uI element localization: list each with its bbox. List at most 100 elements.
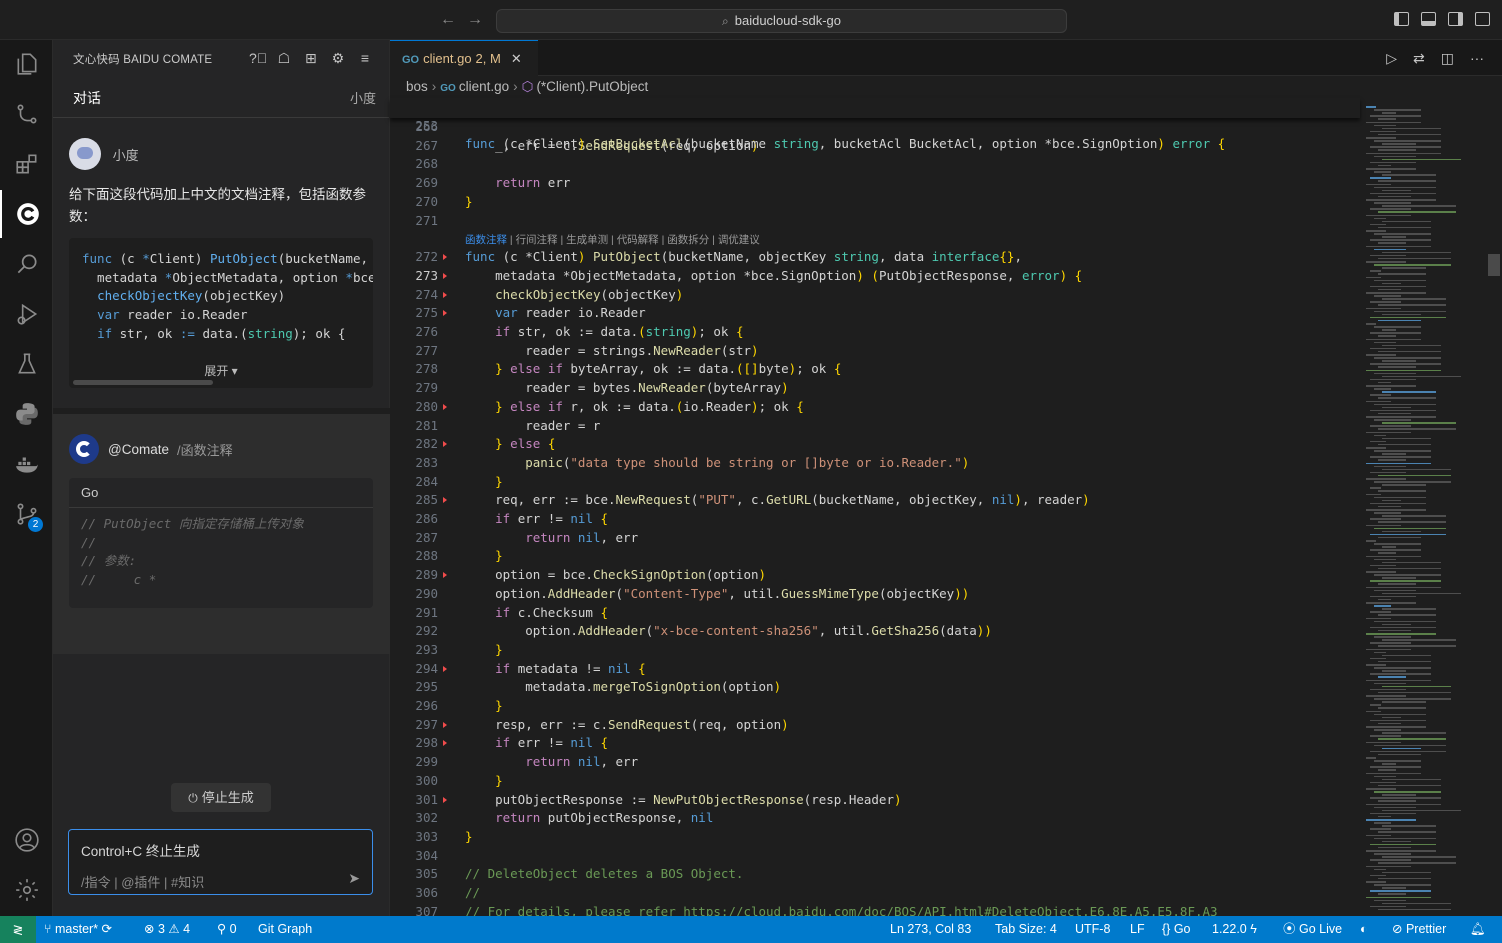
tab-xiaodu[interactable]: 小度 [350,88,376,107]
ports-indicator[interactable]: ⚲ 0 [217,916,237,943]
code-line[interactable]: 277 reader = strings.NewReader(str) [390,342,1360,361]
codelens-action[interactable]: 生成单测 [566,234,608,246]
problems-indicator[interactable]: ⊗ 3 ⚠ 4 [144,916,190,943]
chat-input-options[interactable]: /指令 | @插件 | #知识 [81,872,204,891]
code-line[interactable]: 300 } [390,772,1360,791]
code-line[interactable]: 282 } else { [390,435,1360,454]
code-line[interactable]: 297 resp, err := c.SendRequest(req, opti… [390,716,1360,735]
code-line[interactable]: 276 if str, ok := data.(string); ok { [390,323,1360,342]
forward-arrow-icon[interactable]: → [467,11,483,29]
code-line[interactable]: 301 putObjectResponse := NewPutObjectRes… [390,791,1360,810]
diff-marker[interactable] [443,721,447,728]
toggle-primary-sidebar-icon[interactable] [1394,12,1409,26]
expand-button[interactable]: 展开 ▾ [69,360,373,388]
diff-marker[interactable] [443,272,447,279]
code-line[interactable]: 306 // [390,884,1360,903]
manage-gear-icon[interactable] [0,866,53,914]
accounts-icon[interactable] [0,816,53,864]
code-line[interactable]: 294 if metadata != nil { [390,660,1360,679]
code-line[interactable]: 279 reader = bytes.NewReader(byteArray) [390,379,1360,398]
comate-status-icon[interactable]: ◐ [1360,916,1368,943]
go-live-button[interactable]: ⦿ Go Live [1283,916,1342,943]
chat-input[interactable]: Control+C 终止生成 /指令 | @插件 | #知识 ➤ [68,829,373,895]
split-editor-icon[interactable]: ◫ [1441,50,1454,67]
settings-gear-icon[interactable]: ⚙ [330,50,346,66]
run-debug-icon[interactable] [0,290,53,338]
diff-marker[interactable] [443,310,447,317]
send-icon[interactable]: ➤ [348,870,360,887]
diff-marker[interactable] [443,796,447,803]
cursor-position[interactable]: Ln 273, Col 83 [890,916,971,943]
help-icon[interactable]: ?⃝ [249,50,267,66]
command-center-search[interactable]: ⌕ baiducloud-sdk-go [496,9,1067,33]
code-line[interactable]: 278 } else if byteArray, ok := data.([]b… [390,360,1360,379]
code-line[interactable]: 290 option.AddHeader("Content-Type", uti… [390,585,1360,604]
diff-marker[interactable] [443,291,447,298]
breadcrumb-item[interactable]: client.go [459,79,509,94]
code-line[interactable]: 281 reader = r [390,417,1360,436]
notifications-bell-icon[interactable]: 🔔︎ [1470,916,1486,943]
comate-icon[interactable] [0,190,53,238]
customize-layout-icon[interactable] [1475,12,1490,26]
source-control-graph-icon[interactable] [0,90,53,138]
diff-marker[interactable] [443,403,447,410]
code-line[interactable]: 269 return err [390,174,1360,193]
prettier-button[interactable]: ⊘ Prettier [1392,916,1446,943]
encoding[interactable]: UTF-8 [1075,916,1110,943]
code-line[interactable]: 270} [390,193,1360,212]
breadcrumb-item[interactable]: (*Client).PutObject [536,79,648,94]
tab-chat[interactable]: 对话 [73,88,101,108]
toggle-panel-icon[interactable] [1421,12,1436,26]
codelens-action[interactable]: 代码解释 [617,234,659,246]
code-line[interactable]: 271 [390,212,1360,231]
close-icon[interactable]: ✕ [511,51,522,66]
code-line[interactable]: 285 req, err := bce.NewRequest("PUT", c.… [390,491,1360,510]
diff-marker[interactable] [443,740,447,747]
code-line[interactable]: 299 return nil, err [390,753,1360,772]
stop-generation-button[interactable]: ⏻ 停止生成 [171,783,271,812]
extensions-icon[interactable] [0,140,53,188]
code-line[interactable]: 292 option.AddHeader("x-bce-content-sha2… [390,622,1360,641]
diff-marker[interactable] [443,665,447,672]
search-icon[interactable] [0,240,53,288]
tab-size[interactable]: Tab Size: 4 [995,916,1057,943]
toggle-secondary-sidebar-icon[interactable] [1448,12,1463,26]
source-control-icon[interactable]: 2 [0,490,53,538]
diff-marker[interactable] [443,441,447,448]
menu-icon[interactable]: ≡ [357,50,373,66]
code-line[interactable]: 303} [390,828,1360,847]
run-icon[interactable]: ▷ [1386,50,1397,67]
sticky-scroll-line[interactable]: 253 func (c *Client) SetBucketAcl(bucket… [390,98,1360,151]
code-line[interactable]: 286 if err != nil { [390,510,1360,529]
more-actions-icon[interactable]: ··· [1470,50,1484,67]
code-line[interactable]: 289 option = bce.CheckSignOption(option) [390,566,1360,585]
code-line[interactable]: 274 checkObjectKey(objectKey) [390,286,1360,305]
diff-marker[interactable] [443,572,447,579]
code-line[interactable]: 293 } [390,641,1360,660]
code-line[interactable]: 280 } else if r, ok := data.(io.Reader);… [390,398,1360,417]
language-mode[interactable]: {} Go [1162,916,1191,943]
code-line[interactable]: 291 if c.Checksum { [390,604,1360,623]
diff-marker[interactable] [443,254,447,261]
code-line[interactable]: 302 return putObjectResponse, nil [390,809,1360,828]
code-line[interactable]: 296 } [390,697,1360,716]
codelens-action[interactable]: 函数拆分 [667,234,709,246]
plugins-icon[interactable]: ⊞ [303,50,319,66]
codelens-action[interactable]: 行间注释 [516,234,558,246]
minimap[interactable] [1360,98,1488,916]
docker-icon[interactable] [0,440,53,488]
code-line[interactable]: 275 var reader io.Reader [390,304,1360,323]
code-line[interactable]: 287 return nil, err [390,529,1360,548]
git-graph-button[interactable]: Git Graph [258,916,312,943]
codelens-action[interactable]: 调优建议 [718,234,760,246]
python-icon[interactable] [0,390,53,438]
codelens-action[interactable]: 函数注释 [465,234,507,246]
code-line[interactable]: 273 metadata *ObjectMetadata, option *bc… [390,267,1360,286]
code-line[interactable]: 268 [390,155,1360,174]
tab-client-go[interactable]: GO client.go 2, M ✕ [390,40,538,76]
explorer-icon[interactable] [0,40,53,88]
code-line[interactable]: 304 [390,847,1360,866]
code-line[interactable]: 266 [390,118,1360,137]
code-line[interactable]: 272 func (c *Client) PutObject(bucketName… [390,248,1360,267]
back-arrow-icon[interactable]: ← [440,11,456,29]
